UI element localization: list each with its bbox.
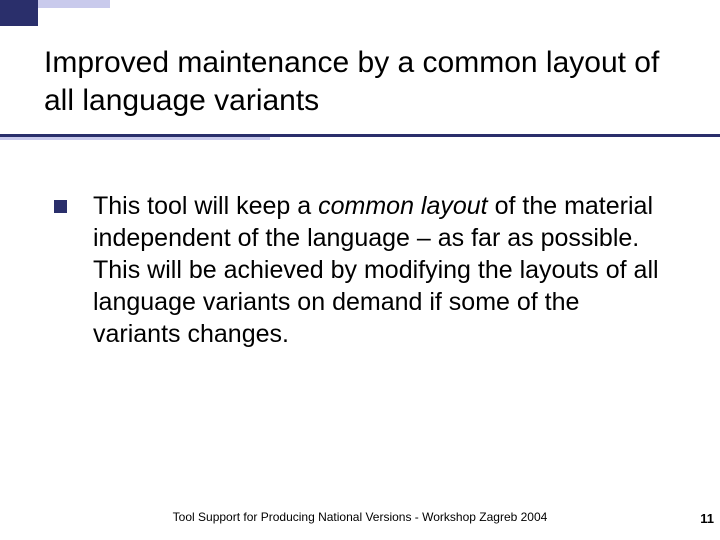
title-block: Improved maintenance by a common layout … xyxy=(44,44,660,119)
content-area: This tool will keep a common layout of t… xyxy=(54,190,660,350)
accent-bar xyxy=(0,0,110,26)
bullet-text-pre: This tool will keep a xyxy=(93,192,318,220)
slide-title: Improved maintenance by a common layout … xyxy=(44,44,660,119)
bullet-text: This tool will keep a common layout of t… xyxy=(93,190,660,350)
divider-accent xyxy=(0,137,270,140)
square-bullet-icon xyxy=(54,200,67,213)
accent-dark-block xyxy=(0,0,38,26)
accent-light-block xyxy=(38,0,110,8)
bullet-text-emph: common layout xyxy=(318,192,488,220)
footer-text: Tool Support for Producing National Vers… xyxy=(0,510,720,524)
page-number: 11 xyxy=(700,511,714,526)
